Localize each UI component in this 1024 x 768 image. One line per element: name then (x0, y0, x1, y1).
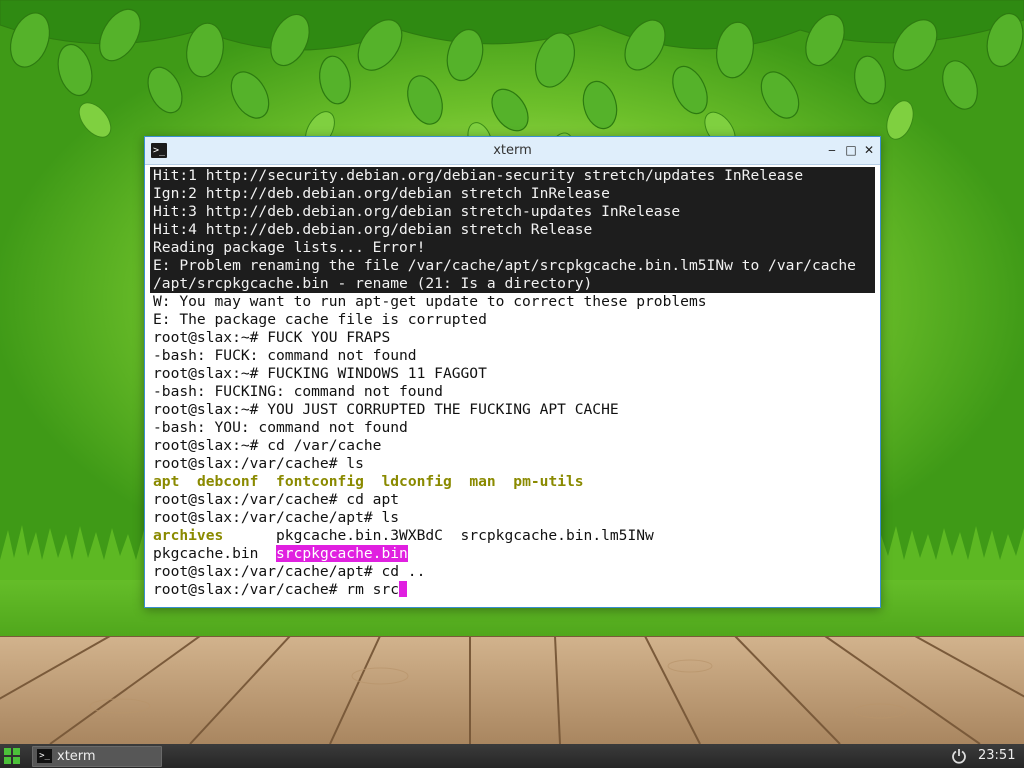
taskbar: >_ xterm 23:51 (0, 744, 1024, 768)
directory-entry: apt (153, 473, 180, 490)
directory-entry: man (469, 473, 496, 490)
directory-entry: fontconfig (276, 473, 364, 490)
terminal-line: root@slax:/var/cache# ls (153, 455, 364, 472)
wallpaper-wooden-floor (0, 636, 1024, 744)
window-title: xterm (493, 143, 532, 158)
taskbar-item-xterm[interactable]: >_ xterm (32, 746, 162, 767)
terminal-line: Hit:1 http://security.debian.org/debian-… (150, 167, 875, 185)
terminal-line: -bash: YOU: command not found (153, 419, 408, 436)
terminal-line: root@slax:~# FUCK YOU FRAPS (153, 329, 391, 346)
terminal-line: root@slax:/var/cache/apt# ls (153, 509, 400, 526)
terminal-line: root@slax:/var/cache# cd apt (153, 491, 400, 508)
terminal-line: root@slax:~# FUCKING WINDOWS 11 FAGGOT (153, 365, 487, 382)
ls-output-apt-row: archives pkgcache.bin.3WXBdC srcpkgcache… (150, 527, 875, 545)
command-input[interactable]: rm src (346, 581, 399, 598)
terminal-line: E: Problem renaming the file /var/cache/… (150, 257, 875, 275)
maximize-button[interactable]: □ (842, 141, 860, 159)
directory-entry: archives (153, 527, 224, 544)
highlighted-file-entry: srcpkgcache.bin (276, 545, 408, 562)
directory-entry: debconf (196, 473, 259, 490)
text-cursor (399, 581, 408, 597)
window-titlebar[interactable]: >_ xterm ‒ □ ✕ (145, 137, 880, 165)
grid-icon[interactable] (4, 748, 20, 764)
file-entry: srcpkgcache.bin.lm5INw (460, 527, 654, 544)
terminal-line: W: You may want to run apt-get update to… (153, 293, 707, 310)
terminal-line: -bash: FUCKING: command not found (153, 383, 443, 400)
ls-output-cache: apt debconf fontconfig ldconfig man pm-u… (150, 473, 875, 491)
file-entry: pkgcache.bin (153, 545, 259, 562)
clock[interactable]: 23:51 (978, 744, 1015, 768)
terminal-line: Hit:3 http://deb.debian.org/debian stret… (150, 203, 875, 221)
terminal-line: Reading package lists... Error! (150, 239, 875, 257)
terminal-line: E: The package cache file is corrupted (153, 311, 487, 328)
terminal-icon: >_ (37, 749, 52, 763)
terminal-line: Hit:4 http://deb.debian.org/debian stret… (150, 221, 875, 239)
terminal-line: root@slax:~# YOU JUST CORRUPTED THE FUCK… (153, 401, 619, 418)
terminal-line: -bash: FUCK: command not found (153, 347, 417, 364)
terminal-line: root@slax:/var/cache/apt# cd .. (153, 563, 426, 580)
directory-entry: pm-utils (513, 473, 584, 490)
ls-output-apt-row: pkgcache.bin srcpkgcache.bin (150, 545, 875, 563)
xterm-window[interactable]: >_ xterm ‒ □ ✕ Hit:1 http://security.deb… (144, 136, 881, 608)
terminal-line: Ign:2 http://deb.debian.org/debian stret… (150, 185, 875, 203)
directory-entry: ldconfig (381, 473, 452, 490)
close-button[interactable]: ✕ (860, 141, 878, 159)
taskbar-item-label: xterm (57, 749, 96, 764)
power-icon[interactable] (951, 748, 967, 764)
command-prompt-line[interactable]: root@slax:/var/cache# rm src (150, 581, 875, 599)
prompt: root@slax:/var/cache# (153, 581, 347, 598)
minimize-button[interactable]: ‒ (823, 141, 841, 159)
file-entry: pkgcache.bin.3WXBdC (276, 527, 443, 544)
terminal-line: root@slax:~# cd /var/cache (153, 437, 382, 454)
terminal-line: /apt/srcpkgcache.bin - rename (21: Is a … (150, 275, 875, 293)
terminal-output[interactable]: Hit:1 http://security.debian.org/debian-… (150, 167, 875, 604)
